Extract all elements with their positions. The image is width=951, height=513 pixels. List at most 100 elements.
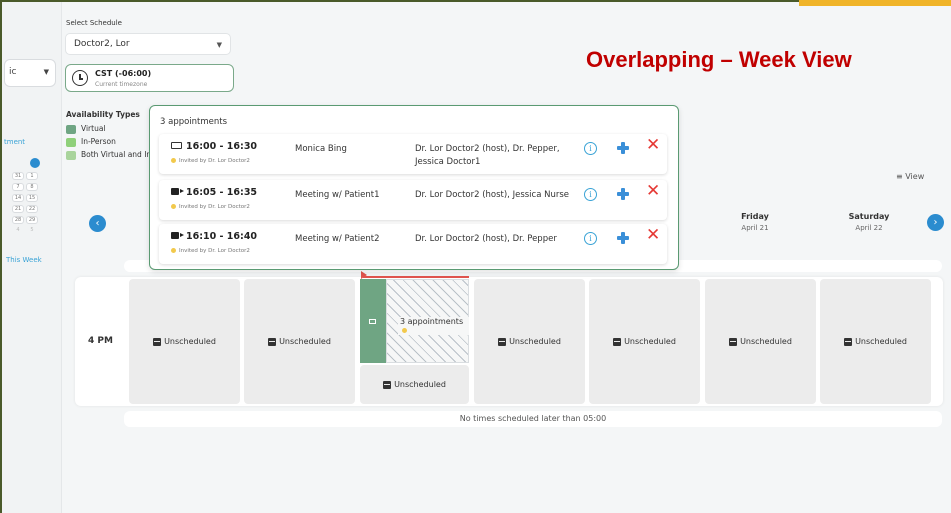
info-icon[interactable]: i [584,188,597,201]
overlap-slot[interactable]: 3 appointments Unscheduled [360,279,469,404]
appointment-time: 16:05 - 16:35 [186,187,258,198]
slot-label: Unscheduled [855,337,907,346]
appointment-time: 16:10 - 16:40 [186,231,258,242]
appointment-card[interactable]: 16:05 - 16:35 Invited by Dr. Lor Doctor2… [159,180,667,220]
slot-label: Unscheduled [394,380,446,389]
legend-item-virtual: Virtual [66,124,106,134]
appointment-time: 16:00 - 16:30 [186,141,258,152]
unscheduled-slot[interactable]: Unscheduled [244,279,355,404]
day-name: Friday [741,212,769,221]
appointment-invited-by: Invited by Dr. Lor Doctor2 [171,204,250,210]
unscheduled-slot[interactable]: Unscheduled [360,365,469,404]
mini-calendar-day[interactable]: 8 [26,183,38,191]
timezone-display[interactable]: CST (-06:00) Current timezone [65,64,234,92]
prev-week-button[interactable]: ‹ [89,215,106,232]
mini-calendar-day[interactable]: 5 [26,227,38,235]
mini-calendar-day[interactable]: 29 [26,216,38,224]
view-toggle[interactable]: ≡ View [896,172,924,181]
legend-item-in-person: In-Person [66,137,116,147]
unscheduled-slot[interactable]: Unscheduled [705,279,816,404]
add-icon[interactable] [617,188,629,200]
appointment-card[interactable]: 16:00 - 16:30 Invited by Dr. Lor Doctor2… [159,134,667,174]
calendar-icon [383,380,392,389]
slide-title: Overlapping – Week View [586,47,852,72]
slot-label: Unscheduled [279,337,331,346]
time-label: 4 PM [88,336,113,346]
status-dot [171,158,176,163]
slot-label: Unscheduled [740,337,792,346]
laptop-icon [369,319,376,324]
appointment-participants: Dr. Lor Doctor2 (host), Dr. Pepper, Jess… [415,144,560,167]
clock-icon [72,70,88,86]
laptop-icon [171,142,182,149]
unscheduled-slot[interactable]: Unscheduled [589,279,700,404]
video-icon [171,188,184,195]
day-date: April 22 [855,224,883,232]
appointment-participants: Dr. Lor Doctor2 (host), Dr. Pepper [415,234,557,244]
appointment-title: Meeting w/ Patient1 [295,190,380,200]
no-times-later-notice: No times scheduled later than 05:00 [124,411,942,427]
mini-calendar-next-icon[interactable] [30,158,40,168]
status-dot [171,204,176,209]
chevron-down-icon: ▼ [43,68,49,76]
appointment-invited-by: Invited by Dr. Lor Doctor2 [171,248,250,254]
appointment-card[interactable]: 16:10 - 16:40 Invited by Dr. Lor Doctor2… [159,224,667,264]
day-date: April 21 [741,224,769,232]
chevron-right-icon: › [933,217,938,228]
close-icon[interactable]: ✕ [646,137,660,154]
schedule-select[interactable]: Doctor2, Lor ▼ [65,33,231,55]
info-icon[interactable]: i [584,232,597,245]
legend-label: Both Virtual and In [81,150,152,159]
mini-calendar-day[interactable]: 22 [26,205,38,213]
mini-calendar-day[interactable]: 1 [26,172,38,180]
overlap-count-text: 3 appointments [400,317,464,326]
current-time-marker [361,271,367,279]
appointment-invited-by: Invited by Dr. Lor Doctor2 [171,158,250,164]
calendar-icon [153,337,162,346]
chevron-down-icon: ▼ [216,41,222,49]
calendar-icon [613,337,622,346]
add-icon[interactable] [617,142,629,154]
invited-by-text: Invited by Dr. Lor Doctor2 [179,158,250,164]
invited-by-text: Invited by Dr. Lor Doctor2 [179,204,250,210]
slot-label: Unscheduled [509,337,561,346]
unscheduled-slot[interactable]: Unscheduled [129,279,240,404]
legend-label: Virtual [81,124,106,133]
laptop-icon [66,124,76,134]
add-icon[interactable] [617,232,629,244]
calendar-icon [268,337,277,346]
invited-by-text: Invited by Dr. Lor Doctor2 [179,248,250,254]
day-header-friday: Friday April 21 [710,212,800,232]
appointment-title: Monica Bing [295,144,347,154]
day-header-saturday: Saturday April 22 [824,212,914,232]
legend-label: In-Person [81,137,116,146]
popover-title: 3 appointments [160,117,228,127]
mini-calendar-day[interactable]: 15 [26,194,38,202]
both-icon [66,150,76,160]
calendar-icon [498,337,507,346]
appointments-popover: 3 appointments 16:00 - 16:30 Invited by … [149,105,679,270]
appointment-participants: Dr. Lor Doctor2 (host), Jessica Nurse [415,190,570,200]
appointment-title: Meeting w/ Patient2 [295,234,380,244]
schedule-select-value: Doctor2, Lor [74,39,130,49]
next-week-button[interactable]: › [927,214,944,231]
info-icon[interactable]: i [584,142,597,155]
frame-border-top [0,0,800,2]
video-icon [171,232,184,239]
timezone-value: CST (-06:00) [95,69,152,78]
calendar-icon [844,337,853,346]
close-icon[interactable]: ✕ [646,227,660,244]
virtual-availability-block[interactable] [360,279,386,363]
status-dot [171,248,176,253]
unscheduled-slot[interactable]: Unscheduled [474,279,585,404]
timezone-caption: Current timezone [95,81,148,88]
corner-accent [799,0,951,6]
unscheduled-slot[interactable]: Unscheduled [820,279,931,404]
slot-label: Unscheduled [624,337,676,346]
chevron-left-icon: ‹ [95,218,100,229]
overlap-count-label: 3 appointments [398,317,469,335]
person-icon [66,137,76,147]
close-icon[interactable]: ✕ [646,183,660,200]
calendar-icon [729,337,738,346]
status-dot [402,328,407,333]
